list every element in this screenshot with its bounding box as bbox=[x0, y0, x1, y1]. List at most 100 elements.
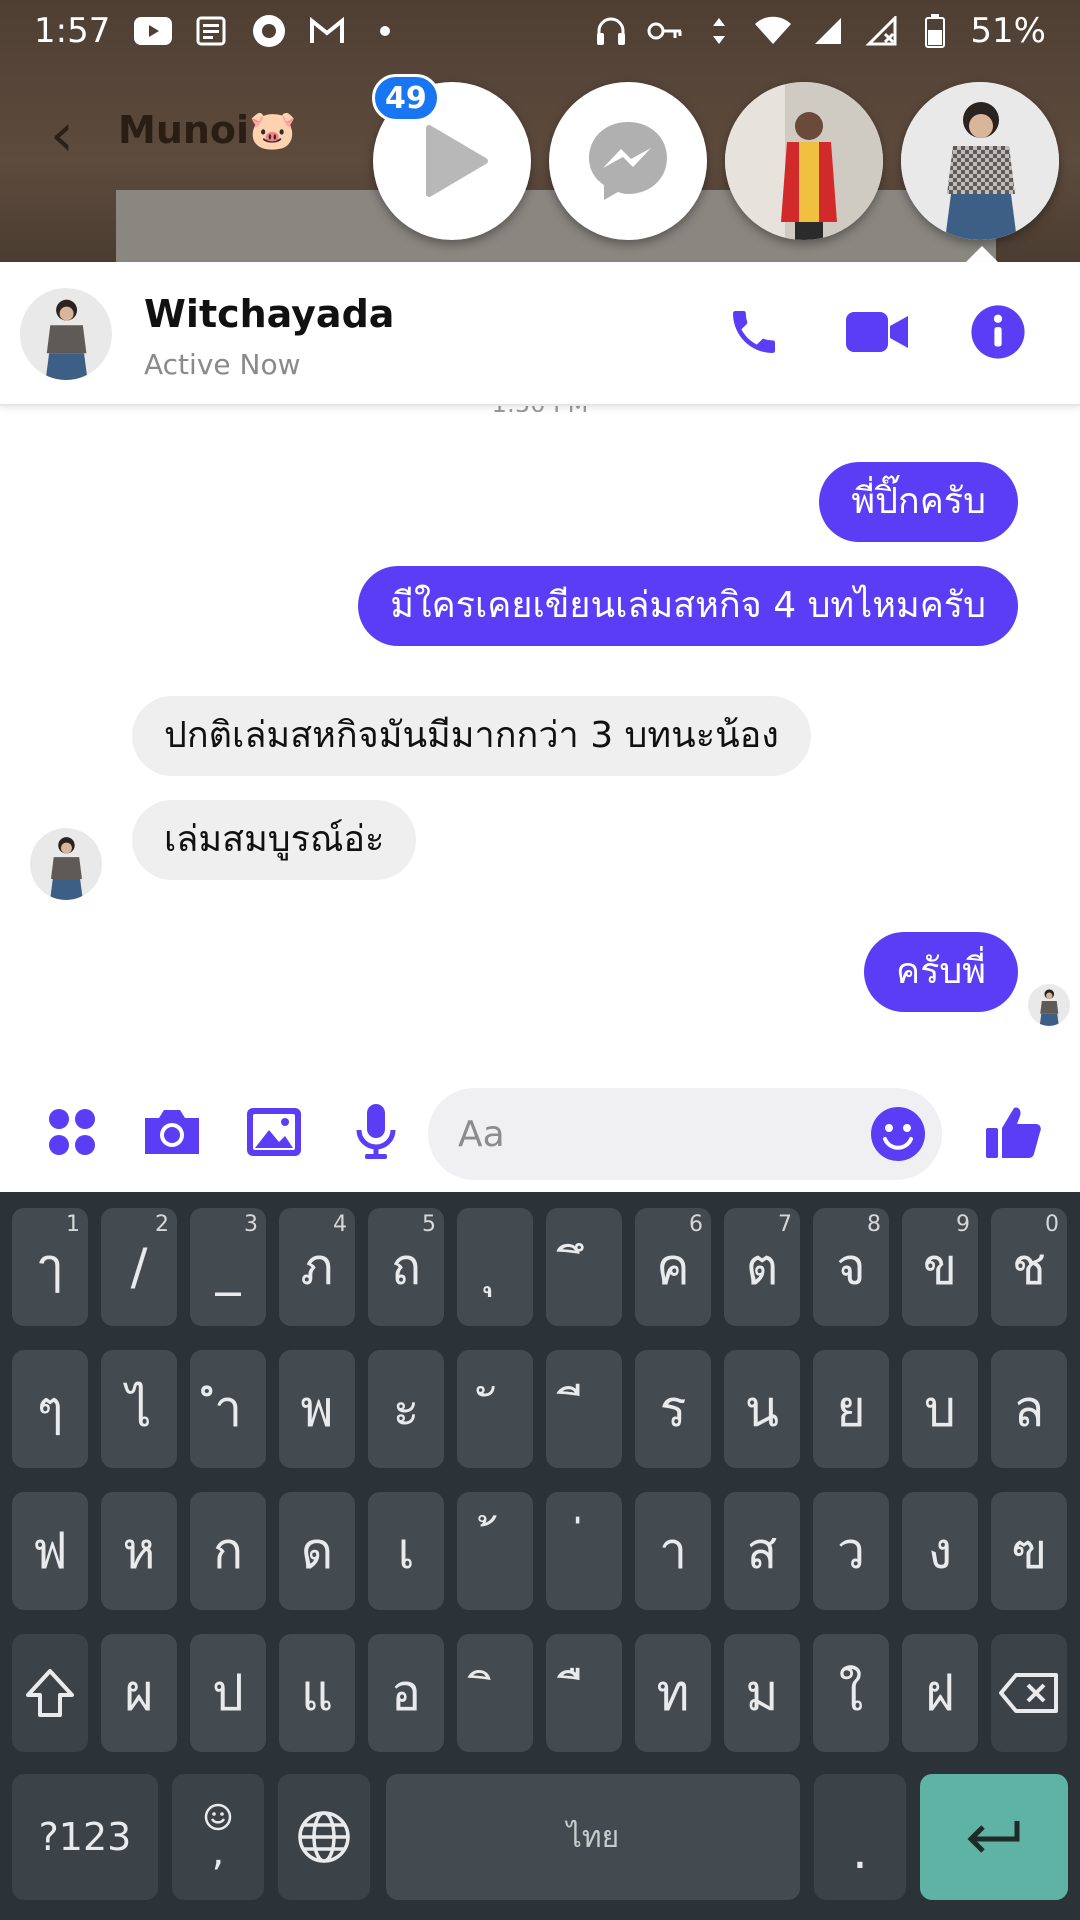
key[interactable]: ั bbox=[457, 1350, 533, 1468]
key[interactable]: ะ bbox=[368, 1350, 444, 1468]
battery-icon bbox=[916, 12, 954, 50]
contact-chat-head-1[interactable] bbox=[725, 82, 883, 240]
app-icon bbox=[250, 12, 288, 50]
key[interactable]: ช0 bbox=[991, 1208, 1067, 1326]
wifi-icon bbox=[754, 12, 792, 50]
key[interactable]: ิ bbox=[457, 1634, 533, 1752]
key[interactable]: ห bbox=[101, 1492, 177, 1610]
key[interactable]: ่ bbox=[546, 1492, 622, 1610]
key[interactable]: _ 3 bbox=[190, 1208, 266, 1326]
message-input[interactable] bbox=[458, 1106, 838, 1162]
voice-call-button[interactable] bbox=[722, 300, 786, 364]
emoji-comma-key[interactable]: , bbox=[172, 1774, 264, 1900]
message-bubble-outgoing[interactable]: พี่ปิ๊กครับ bbox=[819, 462, 1018, 542]
key[interactable]: ด bbox=[279, 1492, 355, 1610]
key[interactable]: แ bbox=[279, 1634, 355, 1752]
chat-panel: Witchayada Active Now 1:50 PM พี่ปิ๊กครั… bbox=[0, 262, 1080, 1192]
active-head-pointer bbox=[966, 246, 998, 262]
presence-status: Active Now bbox=[144, 348, 301, 381]
key[interactable]: /2 bbox=[101, 1208, 177, 1326]
backspace-key[interactable] bbox=[991, 1634, 1067, 1752]
key[interactable]: ส bbox=[724, 1492, 800, 1610]
key[interactable]: บ bbox=[902, 1350, 978, 1468]
thumbs-up-icon bbox=[986, 1107, 1041, 1158]
space-key[interactable]: ไทย bbox=[386, 1774, 800, 1900]
message-bubble-incoming[interactable]: เล่มสมบูรณ์อ่ะ bbox=[132, 800, 417, 880]
period-key[interactable]: . bbox=[814, 1774, 906, 1900]
camera-icon bbox=[145, 1110, 199, 1154]
key[interactable]: ื bbox=[546, 1634, 622, 1752]
key[interactable]: จ8 bbox=[813, 1208, 889, 1326]
key[interactable]: ร bbox=[635, 1350, 711, 1468]
key[interactable]: ๆ bbox=[12, 1350, 88, 1468]
language-key[interactable] bbox=[278, 1774, 370, 1900]
signal-icon bbox=[808, 12, 846, 50]
key[interactable]: อ bbox=[368, 1634, 444, 1752]
key[interactable]: ก bbox=[190, 1492, 266, 1610]
key[interactable]: ภ4 bbox=[279, 1208, 355, 1326]
key[interactable]: ไ bbox=[101, 1350, 177, 1468]
key[interactable]: ฝ bbox=[902, 1634, 978, 1752]
battery-percent: 51% bbox=[970, 11, 1046, 51]
back-icon: ‹ bbox=[50, 100, 74, 170]
contact-chat-head-2[interactable] bbox=[901, 82, 1059, 240]
youtube-icon bbox=[134, 12, 173, 50]
key[interactable]: ถ5 bbox=[368, 1208, 444, 1326]
key[interactable]: า bbox=[635, 1492, 711, 1610]
message-input-container bbox=[428, 1088, 942, 1180]
messenger-chat-head[interactable] bbox=[549, 82, 707, 240]
smiley-icon bbox=[871, 1107, 925, 1161]
message-bubble-incoming[interactable]: ปกติเล่มสหกิจมันมีมากกว่า 3 บทนะน้อง bbox=[132, 696, 811, 776]
key[interactable]: ผ bbox=[101, 1634, 177, 1752]
image-icon bbox=[247, 1108, 301, 1156]
key[interactable]: ำ bbox=[190, 1350, 266, 1468]
emoji-button[interactable] bbox=[868, 1104, 928, 1164]
message-bubble-outgoing[interactable]: ครับพี่ bbox=[864, 932, 1018, 1012]
key[interactable]: ๅ1 bbox=[12, 1208, 88, 1326]
key[interactable]: ึ bbox=[546, 1208, 622, 1326]
avatar bbox=[20, 288, 112, 380]
key[interactable]: น bbox=[724, 1350, 800, 1468]
key[interactable]: ย bbox=[813, 1350, 889, 1468]
key[interactable]: ค6 bbox=[635, 1208, 711, 1326]
video-call-button[interactable] bbox=[846, 300, 910, 364]
data-arrows-icon bbox=[700, 12, 738, 50]
smiley-icon bbox=[204, 1803, 232, 1831]
phone-icon bbox=[733, 311, 775, 353]
message-composer bbox=[0, 1072, 1080, 1192]
status-bar: 1:57 51% bbox=[0, 0, 1080, 62]
avatar bbox=[901, 82, 1059, 240]
key[interactable]: ม bbox=[724, 1634, 800, 1752]
key[interactable]: ว bbox=[813, 1492, 889, 1610]
voice-message-button[interactable] bbox=[344, 1100, 408, 1164]
video-camera-icon bbox=[846, 312, 908, 352]
key[interactable]: ้ bbox=[457, 1492, 533, 1610]
key[interactable]: เ bbox=[368, 1492, 444, 1610]
shift-key[interactable] bbox=[12, 1634, 88, 1752]
key[interactable]: ุ bbox=[457, 1208, 533, 1326]
key[interactable]: ี bbox=[546, 1350, 622, 1468]
contact-avatar[interactable] bbox=[20, 288, 112, 380]
key[interactable]: ง bbox=[902, 1492, 978, 1610]
key[interactable]: ฟ bbox=[12, 1492, 88, 1610]
enter-key[interactable] bbox=[920, 1774, 1068, 1900]
enter-icon bbox=[967, 1821, 1020, 1853]
like-button[interactable] bbox=[982, 1100, 1046, 1164]
key[interactable]: ข9 bbox=[902, 1208, 978, 1326]
info-button[interactable] bbox=[966, 300, 1030, 364]
message-bubble-outgoing[interactable]: มีใครเคยเขียนเล่มสหกิจ 4 บทไหมครับ bbox=[358, 566, 1018, 646]
key[interactable]: ต7 bbox=[724, 1208, 800, 1326]
more-actions-button[interactable] bbox=[40, 1100, 104, 1164]
status-time: 1:57 bbox=[34, 11, 111, 51]
key[interactable]: ท bbox=[635, 1634, 711, 1752]
shift-icon bbox=[26, 1669, 74, 1717]
key[interactable]: พ bbox=[279, 1350, 355, 1468]
key[interactable]: ป bbox=[190, 1634, 266, 1752]
key[interactable]: ใ bbox=[813, 1634, 889, 1752]
dot-icon bbox=[366, 12, 404, 50]
camera-button[interactable] bbox=[140, 1100, 204, 1164]
key[interactable]: ฃ bbox=[991, 1492, 1067, 1610]
gallery-button[interactable] bbox=[242, 1100, 306, 1164]
symbols-key[interactable]: ?123 bbox=[12, 1774, 158, 1900]
key[interactable]: ล bbox=[991, 1350, 1067, 1468]
